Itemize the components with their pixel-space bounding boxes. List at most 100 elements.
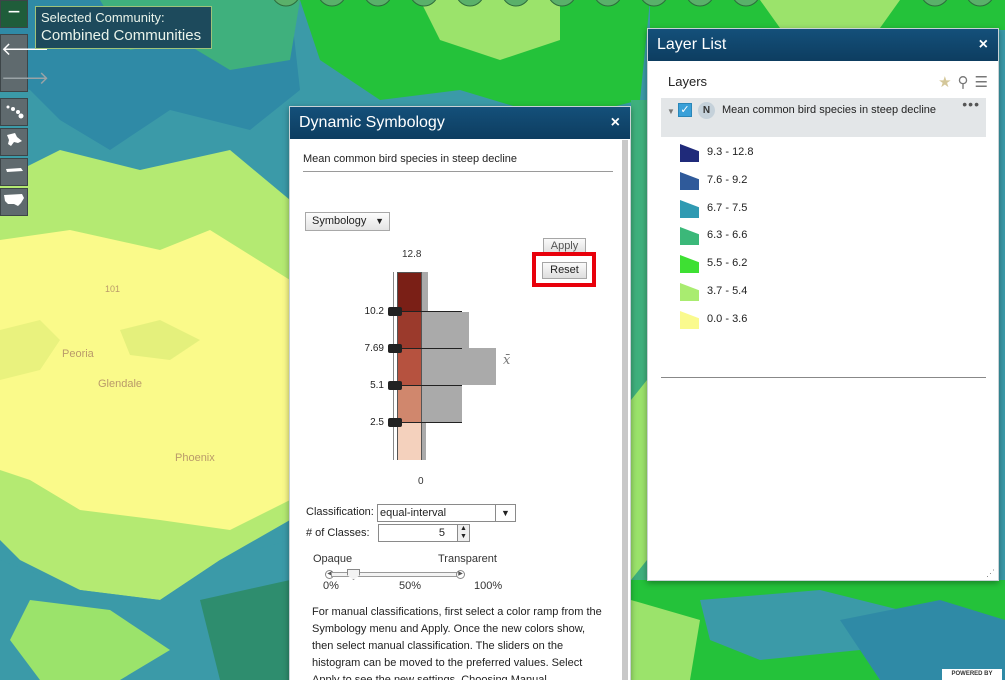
navigation-controls: 🡐 🡒 <box>0 34 49 93</box>
legend-swatch <box>680 311 699 329</box>
resize-handle-icon[interactable]: ⋰ <box>986 568 995 579</box>
dynamic-symbology-panel: Dynamic Symbology × Mean common bird spe… <box>289 106 631 680</box>
collapse-caret-icon[interactable]: ▼ <box>667 107 675 116</box>
pct-50-label: 50% <box>399 580 422 592</box>
panel-title: Dynamic Symbology <box>299 114 445 131</box>
legend-swatch <box>680 172 699 190</box>
legend-label: 6.7 - 7.5 <box>707 202 748 214</box>
layer-list-panel: Layer List × Layers ★ ⚲ ☰ ▼ ✓ N Mean commo… <box>647 28 999 581</box>
break-label: 7.69 <box>364 343 384 354</box>
legend-label: 7.6 - 9.2 <box>707 174 748 186</box>
map-label-peoria: Peoria <box>62 348 94 360</box>
slider-increase-icon[interactable]: ▶ <box>456 570 465 579</box>
transparent-label: Transparent <box>438 553 497 565</box>
break-line <box>402 422 462 423</box>
break-slider-handle[interactable] <box>388 418 402 427</box>
layer-list-body: Layers ★ ⚲ ☰ ▼ ✓ N Mean common bird specie… <box>648 61 998 582</box>
selected-community-label: Selected Community: <box>41 10 165 25</box>
panel-title: Layer List <box>657 36 727 53</box>
break-line <box>402 348 462 349</box>
histogram-bar-2 <box>422 312 469 348</box>
chevron-down-icon: ▼ <box>375 216 384 226</box>
ramp-segment-5 <box>398 423 421 460</box>
legend-swatch <box>680 283 699 301</box>
panel-scrollbar[interactable] <box>622 140 628 680</box>
classes-stepper[interactable]: ▲ ▼ <box>457 524 470 542</box>
star-icon[interactable]: ★ <box>938 74 951 91</box>
legend-swatch <box>680 200 699 218</box>
histogram-bar-1 <box>422 272 428 312</box>
mean-symbol: x̄ <box>503 353 511 368</box>
break-slider-handle[interactable] <box>388 307 402 316</box>
color-ramp <box>397 272 422 460</box>
reset-highlight <box>532 252 596 287</box>
layers-heading: Layers <box>668 74 708 89</box>
dynamic-symbology-header[interactable]: Dynamic Symbology × <box>290 107 630 139</box>
forward-arrow-icon[interactable]: 🡒 <box>1 64 49 93</box>
legend-label: 6.3 - 6.6 <box>707 229 748 241</box>
histogram-bar-4 <box>422 385 462 422</box>
histogram-axis-line <box>393 272 394 460</box>
legend-label: 3.7 - 5.4 <box>707 285 748 297</box>
layer-list-header[interactable]: Layer List × <box>648 29 998 61</box>
break-label: 5.1 <box>370 380 384 391</box>
ramp-segment-2 <box>398 312 421 349</box>
filter-menu-icon[interactable]: ☰ <box>975 74 988 91</box>
ramp-segment-3 <box>398 349 421 386</box>
ramp-segment-4 <box>398 386 421 423</box>
histogram-bar-5 <box>422 422 426 460</box>
break-slider-handle[interactable] <box>388 344 402 353</box>
layer-item[interactable]: ▼ ✓ N Mean common bird species in steep … <box>661 96 986 137</box>
transparency-slider-thumb[interactable] <box>347 569 360 580</box>
legend-label: 5.5 - 6.2 <box>707 257 748 269</box>
opaque-label: Opaque <box>313 553 353 565</box>
layer-tools: ★ ⚲ ☰ <box>932 73 988 91</box>
layer-name: Mean common bird species in steep declin… <box>722 104 937 116</box>
pct-100-label: 100% <box>474 580 503 592</box>
classes-label: # of Classes: <box>306 527 370 539</box>
puerto-rico-extent-icon[interactable] <box>0 158 28 186</box>
chevron-down-icon: ▼ <box>495 505 515 521</box>
legend-swatch <box>680 144 699 162</box>
ramp-segment-1 <box>398 273 421 312</box>
map-label-glendale: Glendale <box>98 378 143 390</box>
selected-community-value: Combined Communities <box>41 27 202 44</box>
symbology-dropdown[interactable]: Symbology ▼ <box>305 212 390 231</box>
selected-community-box: Selected Community: Combined Communities <box>35 6 212 49</box>
close-icon[interactable]: × <box>611 107 620 139</box>
usa-extent-icon[interactable] <box>0 188 28 216</box>
symbology-dropdown-label: Symbology <box>312 215 367 227</box>
layer-badge: N <box>698 102 715 119</box>
divider <box>661 377 986 378</box>
legend-swatch <box>680 227 699 245</box>
help-text: For manual classifications, first select… <box>312 606 602 680</box>
zoom-out-button[interactable]: − <box>0 0 28 28</box>
more-options-icon[interactable]: ••• <box>962 96 980 112</box>
search-icon[interactable]: ⚲ <box>958 74 969 91</box>
histogram-bar-3 <box>422 348 496 385</box>
legend-swatch <box>680 255 699 273</box>
map-label-phoenix: Phoenix <box>175 452 215 464</box>
break-slider-handle[interactable] <box>388 381 402 390</box>
classification-value: equal-interval <box>380 507 447 519</box>
break-label: 2.5 <box>370 417 384 428</box>
layer-title: Mean common bird species in steep declin… <box>303 153 613 172</box>
classification-select[interactable]: equal-interval ▼ <box>377 504 516 522</box>
break-line <box>402 311 462 312</box>
dynamic-symbology-body: Mean common bird species in steep declin… <box>290 139 630 680</box>
alaska-extent-icon[interactable] <box>0 128 28 156</box>
break-label: 10.2 <box>364 306 384 317</box>
classes-input[interactable]: 5 <box>378 524 459 542</box>
break-line <box>402 385 462 386</box>
pct-0-label: 0% <box>323 580 339 592</box>
hawaii-extent-icon[interactable] <box>0 98 28 126</box>
map-label-route: 101 <box>105 284 121 294</box>
back-arrow-icon[interactable]: 🡐 <box>1 35 49 64</box>
powered-by-badge[interactable]: POWERED BY <box>942 669 1002 680</box>
legend-label: 9.3 - 12.8 <box>707 146 754 158</box>
classification-label: Classification: <box>306 506 374 518</box>
layer-visibility-checkbox[interactable]: ✓ <box>678 103 692 117</box>
legend-label: 0.0 - 3.6 <box>707 313 748 325</box>
histogram-min-label: 0 <box>418 476 424 487</box>
close-icon[interactable]: × <box>979 29 988 61</box>
